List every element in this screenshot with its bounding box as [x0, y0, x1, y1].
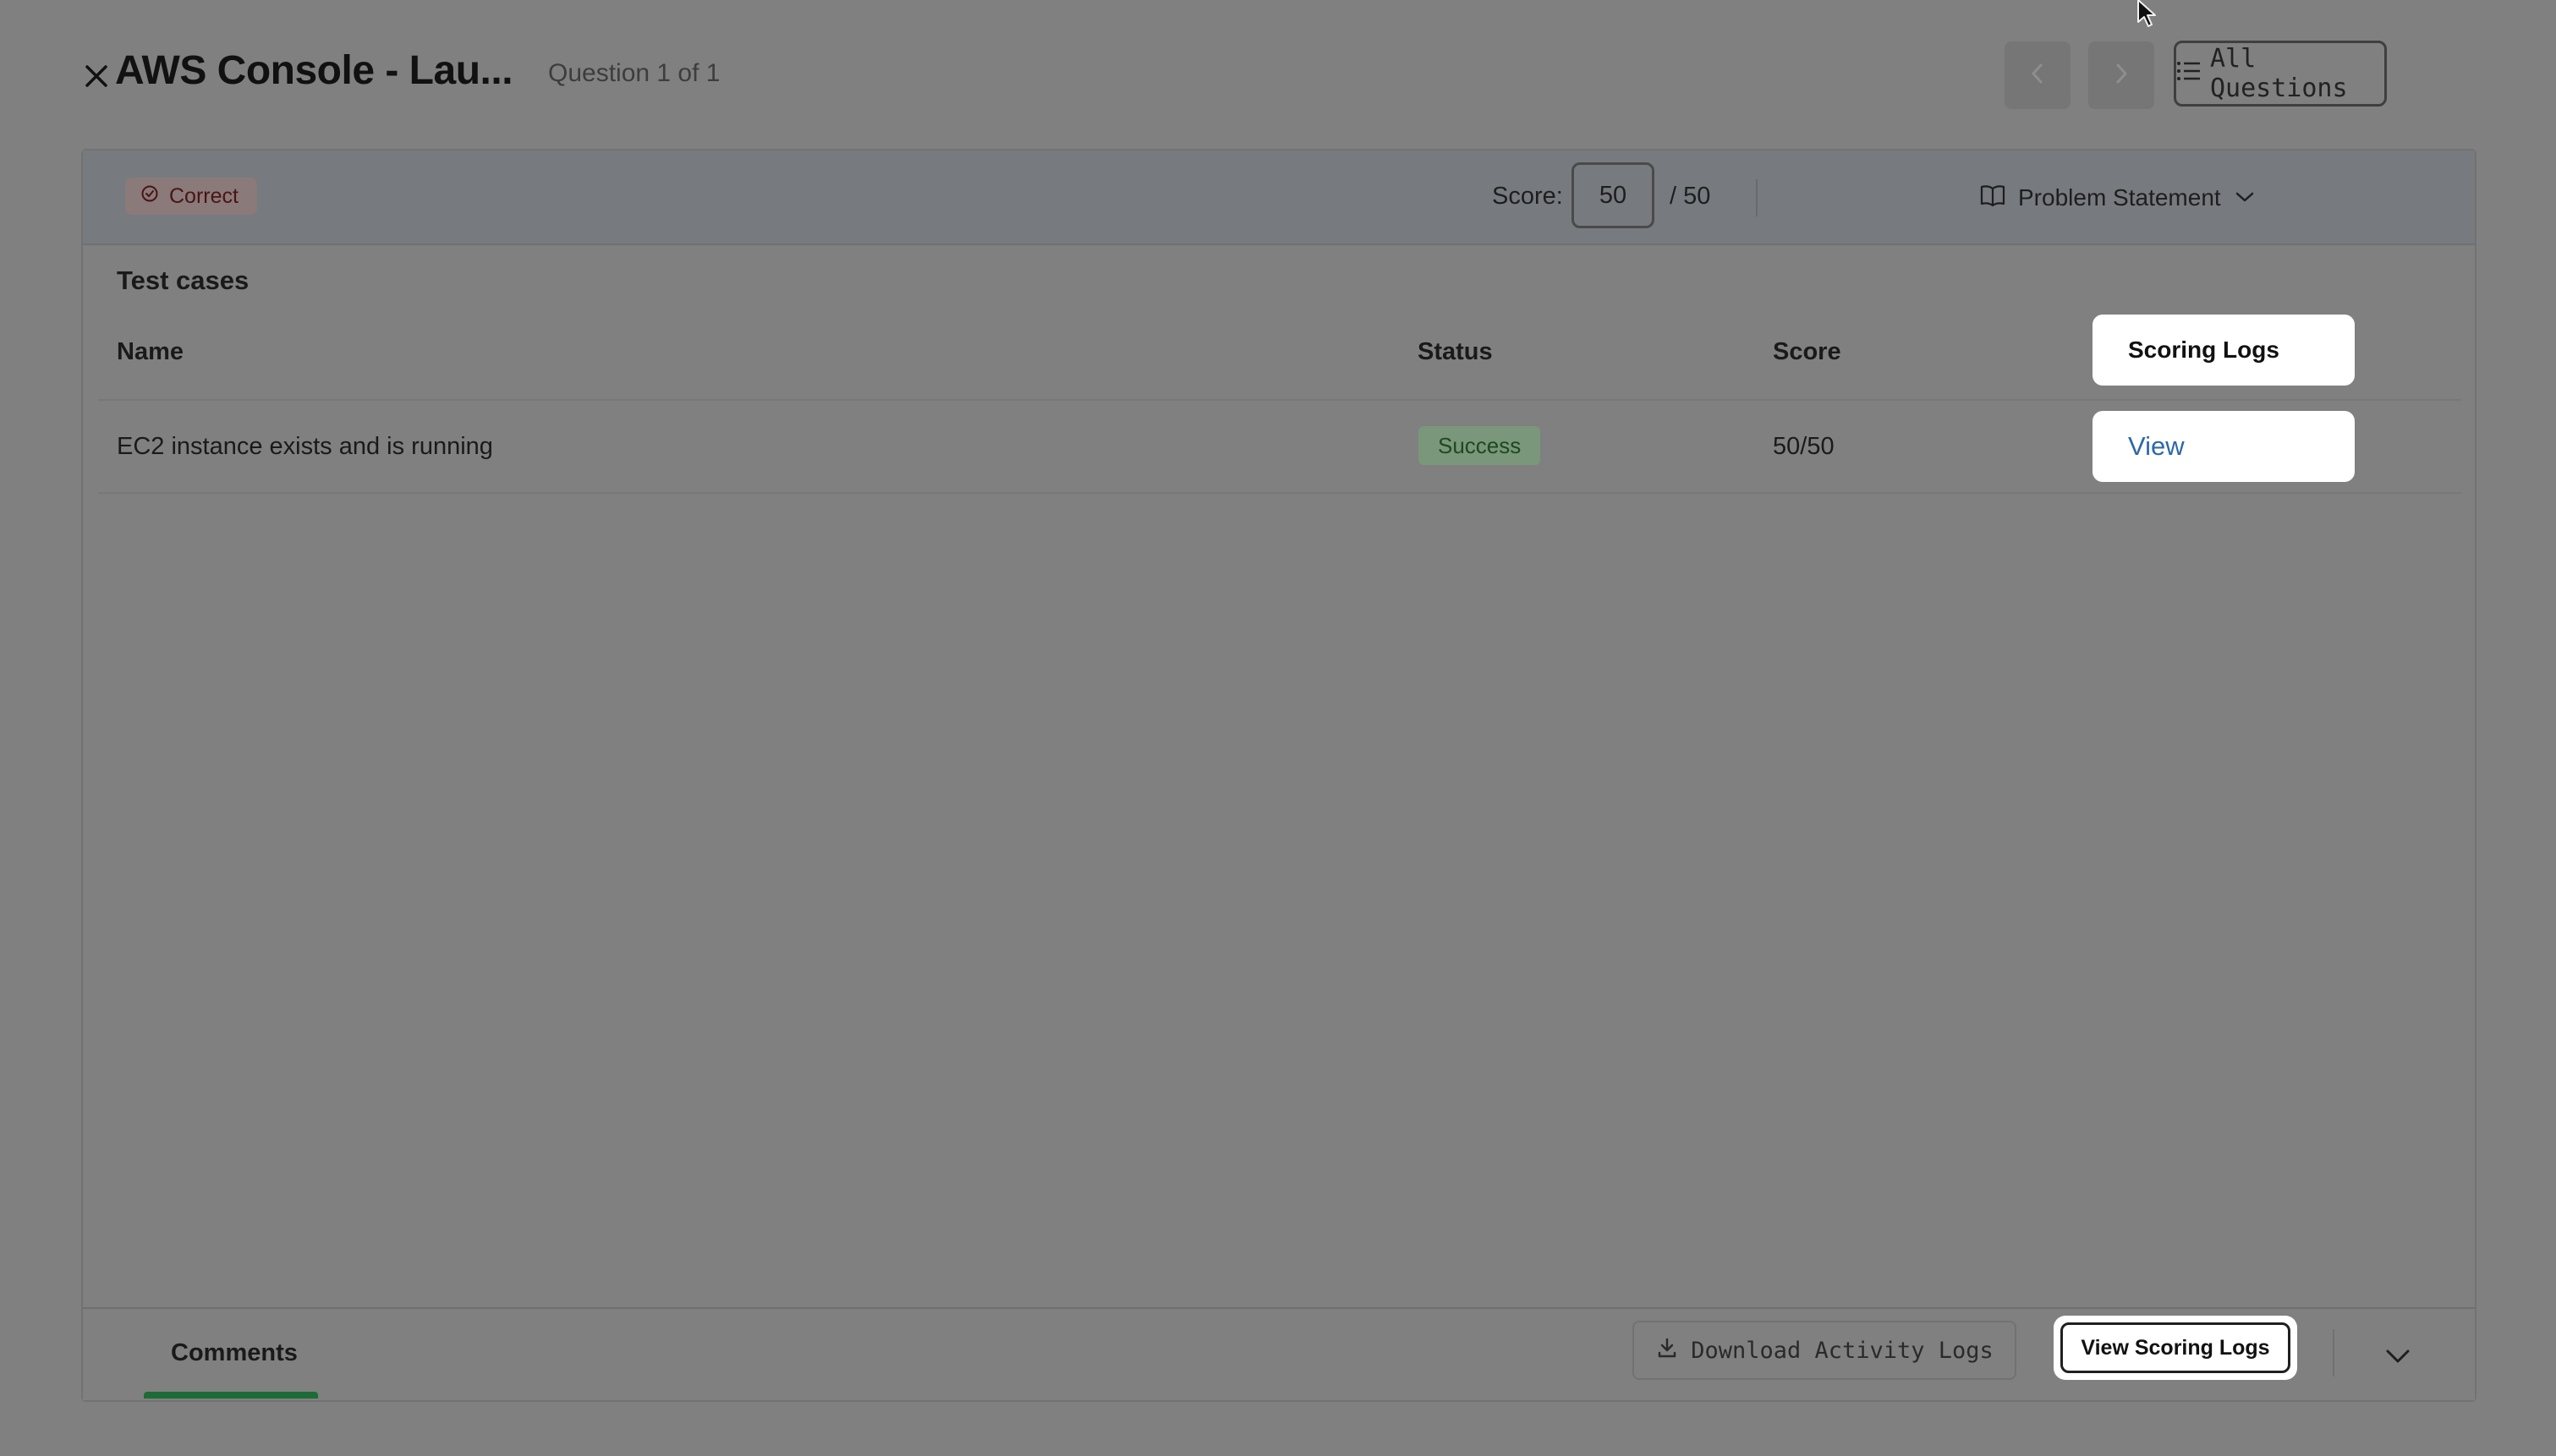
- score-label: Score:: [1492, 183, 1563, 210]
- all-questions-label: All Questions: [2210, 44, 2348, 103]
- divider: [1756, 179, 1758, 216]
- column-header-scoring-logs: Scoring Logs: [2093, 315, 2355, 386]
- previous-question-button[interactable]: [2005, 41, 2071, 109]
- page-title: AWS Console - Lau...: [115, 48, 513, 93]
- problem-statement-label: Problem Statement: [2018, 184, 2221, 211]
- column-header-score: Score: [1773, 338, 1841, 365]
- download-icon: [1655, 1336, 1679, 1366]
- test-case-name: EC2 instance exists and is running: [117, 433, 493, 460]
- download-activity-logs-button[interactable]: Download Activity Logs: [1632, 1321, 2016, 1380]
- test-case-score: 50/50: [1773, 433, 1835, 460]
- collapse-footer-button[interactable]: [2383, 1346, 2412, 1371]
- status-badge: Success: [1418, 426, 1541, 465]
- view-scoring-log-button[interactable]: View: [2093, 411, 2355, 482]
- download-activity-logs-label: Download Activity Logs: [1691, 1337, 1994, 1364]
- row-divider: [98, 492, 2461, 494]
- question-counter: Question 1 of 1: [548, 59, 721, 87]
- view-scoring-logs-highlight: View Scoring Logs: [2054, 1316, 2297, 1380]
- close-icon[interactable]: [81, 61, 112, 91]
- list-icon: [2176, 59, 2202, 89]
- active-tab-indicator: [144, 1392, 318, 1399]
- next-question-button[interactable]: [2088, 41, 2154, 109]
- view-scoring-logs-button[interactable]: View Scoring Logs: [2060, 1322, 2290, 1373]
- test-cases-title: Test cases: [117, 265, 250, 295]
- chevron-down-icon: [2233, 184, 2257, 211]
- all-questions-button[interactable]: All Questions: [2174, 41, 2387, 107]
- score-input[interactable]: 50: [1571, 162, 1654, 228]
- score-total: / 50: [1670, 183, 1711, 210]
- check-circle-icon: [140, 184, 159, 209]
- score-bar: Correct Score: 50 / 50 Problem Statement: [83, 151, 2475, 245]
- mouse-cursor-icon: [2136, 0, 2162, 36]
- result-badge-label: Correct: [169, 183, 239, 208]
- column-header-name: Name: [117, 338, 184, 365]
- result-badge: Correct: [125, 178, 257, 215]
- chevron-down-icon: [2383, 1349, 2412, 1370]
- problem-statement-toggle[interactable]: Problem Statement: [1979, 179, 2257, 216]
- page-header: AWS Console - Lau... Question 1 of 1 All…: [81, 39, 2478, 112]
- chevron-right-icon: [2110, 61, 2132, 90]
- tab-comments[interactable]: Comments: [171, 1339, 298, 1367]
- panel-footer: Comments Download Activity Logs View Sco…: [83, 1307, 2475, 1400]
- row-divider: [98, 399, 2461, 401]
- book-icon: [1979, 183, 2006, 213]
- divider: [2333, 1329, 2334, 1377]
- grading-panel: Correct Score: 50 / 50 Problem Statement…: [81, 149, 2476, 1402]
- column-header-status: Status: [1418, 338, 1493, 365]
- chevron-left-icon: [2027, 61, 2049, 90]
